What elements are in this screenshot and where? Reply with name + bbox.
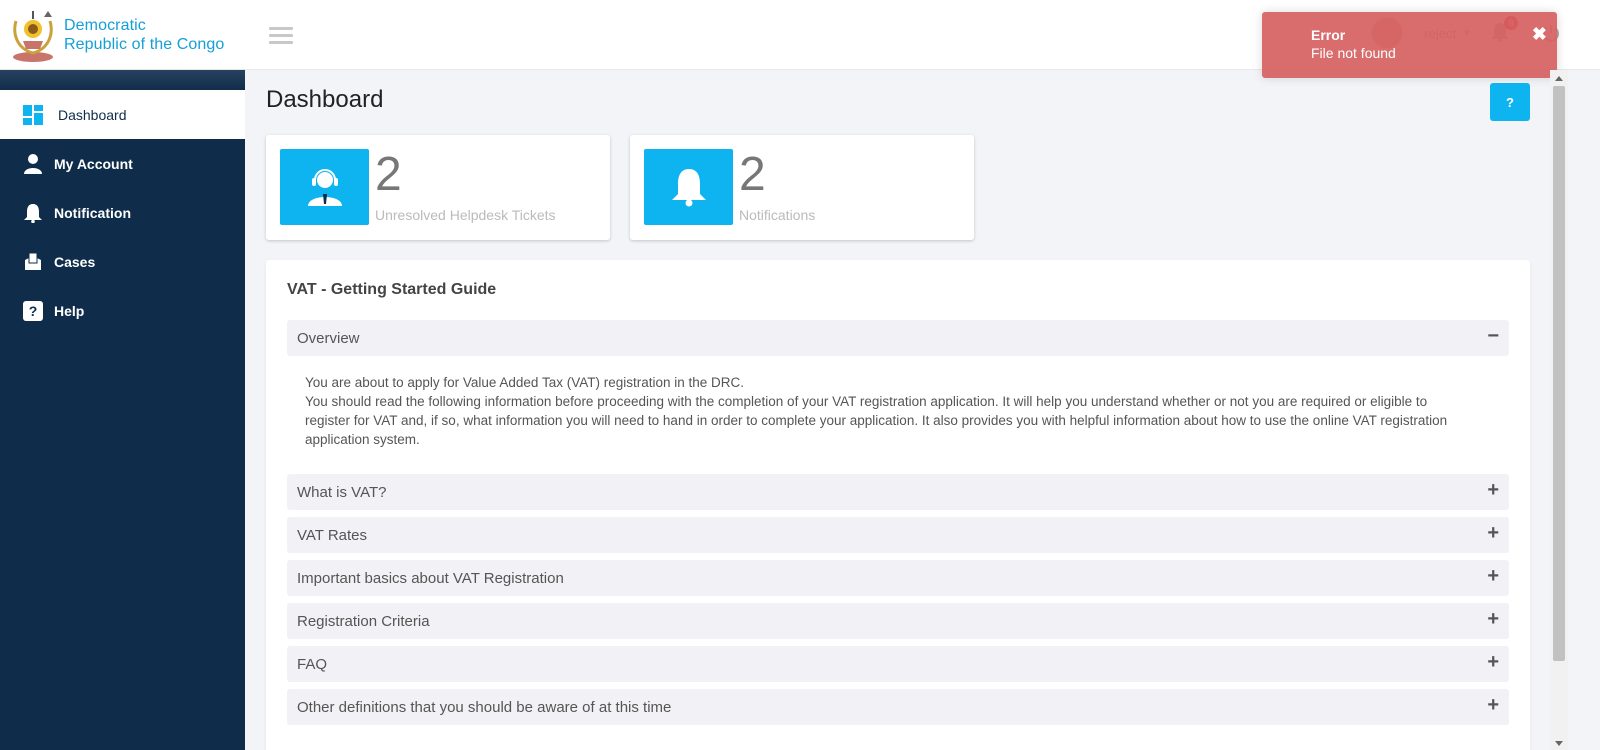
dashboard-icon — [22, 104, 44, 126]
sidebar-item-label: Cases — [54, 253, 96, 270]
sidebar-item-label: Dashboard — [58, 106, 127, 123]
sidebar-item-dashboard[interactable]: Dashboard — [0, 90, 245, 139]
menu-toggle-icon[interactable] — [269, 27, 293, 45]
toast-message: File not found — [1311, 45, 1396, 61]
accordion-what-is-vat[interactable]: What is VAT? + — [287, 474, 1509, 510]
accordion-title: Overview — [297, 329, 360, 347]
coat-of-arms-logo — [13, 10, 53, 62]
expand-icon[interactable]: + — [1487, 695, 1499, 715]
sidebar-item-notification[interactable]: Notification — [0, 188, 245, 237]
scrollbar-thumb[interactable] — [1553, 86, 1565, 661]
close-icon[interactable]: ✖ — [1532, 24, 1547, 45]
accordion-title: Important basics about VAT Registration — [297, 569, 564, 587]
scroll-down-icon[interactable] — [1555, 741, 1563, 746]
accordion-title: VAT Rates — [297, 526, 368, 544]
expand-icon[interactable]: + — [1487, 609, 1499, 629]
notifications-card[interactable]: 2 Notifications — [630, 135, 974, 240]
sidebar-item-label: Help — [54, 302, 85, 319]
expand-icon[interactable]: + — [1487, 480, 1499, 500]
sidebar-item-cases[interactable]: Cases — [0, 237, 245, 286]
sidebar-item-help[interactable]: ? Help — [0, 286, 245, 335]
sidebar-item-label: Notification — [54, 204, 131, 221]
page-title: Dashboard — [266, 86, 384, 113]
help-icon: ? — [22, 300, 44, 322]
overview-paragraph: You are about to apply for Value Added T… — [305, 375, 745, 390]
expand-icon[interactable]: + — [1487, 523, 1499, 543]
helpdesk-agent-icon — [280, 149, 369, 225]
expand-icon[interactable]: + — [1487, 652, 1499, 672]
accordion-title: FAQ — [297, 655, 328, 673]
toast-title: Error — [1311, 27, 1346, 43]
sidebar-item-my-account[interactable]: My Account — [0, 139, 245, 188]
accordion-vat-rates[interactable]: VAT Rates + — [287, 517, 1509, 553]
vat-guide-panel: VAT - Getting Started Guide Overview − Y… — [266, 260, 1530, 750]
bell-icon — [644, 149, 733, 225]
stat-label: Unresolved Helpdesk Tickets — [375, 207, 556, 223]
scroll-up-icon[interactable] — [1555, 76, 1563, 81]
accordion-overview[interactable]: Overview − — [287, 320, 1509, 356]
accordion-important-basics[interactable]: Important basics about VAT Registration … — [287, 560, 1509, 596]
svg-text:?: ? — [29, 303, 38, 319]
cases-icon — [22, 251, 44, 273]
overview-paragraph: You should read the following informatio… — [305, 394, 1448, 447]
stat-label: Notifications — [739, 207, 816, 223]
guide-title: VAT - Getting Started Guide — [287, 281, 497, 298]
collapse-icon[interactable]: − — [1487, 326, 1499, 346]
brand-title: Democratic Republic of the Congo — [64, 16, 225, 53]
accordion-registration-criteria[interactable]: Registration Criteria + — [287, 603, 1509, 639]
sidebar-item-label: My Account — [54, 155, 133, 172]
overview-content: You are about to apply for Value Added T… — [305, 373, 1465, 449]
brand-header[interactable]: Democratic Republic of the Congo — [0, 0, 245, 70]
accordion-title: What is VAT? — [297, 483, 387, 501]
accordion-title: Other definitions that you should be awa… — [297, 698, 672, 716]
user-icon — [22, 153, 44, 175]
page-scrollbar[interactable] — [1550, 70, 1568, 750]
accordion-faq[interactable]: FAQ + — [287, 646, 1509, 682]
accordion-other-definitions[interactable]: Other definitions that you should be awa… — [287, 689, 1509, 725]
sidebar: Democratic Republic of the Congo Dashboa… — [0, 0, 245, 750]
help-button[interactable]: ? — [1490, 83, 1530, 121]
sidebar-nav: Dashboard My Account Notification Cases … — [0, 90, 245, 335]
bell-icon — [22, 202, 44, 224]
error-toast[interactable]: Error File not found ✖ — [1262, 12, 1557, 78]
brand-divider — [0, 70, 245, 90]
accordion-title: Registration Criteria — [297, 612, 430, 630]
stat-value: 2 — [375, 148, 402, 201]
stat-value: 2 — [739, 148, 766, 201]
helpdesk-tickets-card[interactable]: 2 Unresolved Helpdesk Tickets — [266, 135, 610, 240]
expand-icon[interactable]: + — [1487, 566, 1499, 586]
